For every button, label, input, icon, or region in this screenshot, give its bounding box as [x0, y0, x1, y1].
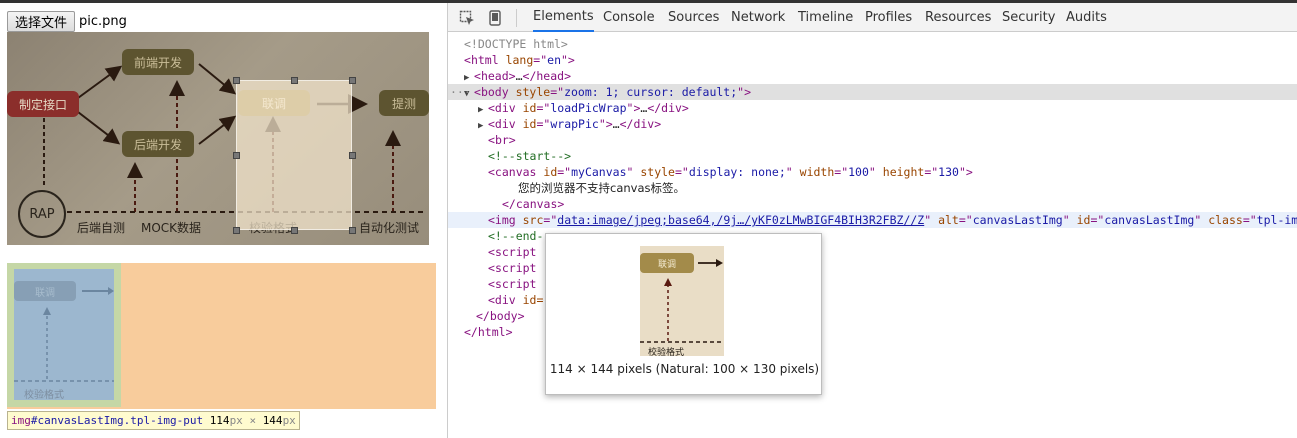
tooltip-height-unit: px: [282, 414, 296, 427]
dom-head[interactable]: ▶ <head>…</head>: [448, 68, 1297, 84]
dom-img[interactable]: <img src="data:image/jpeg;base64,/9j…/yK…: [448, 212, 1297, 228]
body-attr-value: zoom: 1; cursor: default;: [564, 85, 738, 99]
tooltip-tag: img: [11, 414, 31, 427]
toolbar-separator: [516, 9, 517, 27]
tooltip-selector: #canvasLastImg.tpl-img-put: [30, 414, 204, 427]
crop-handle-bottom-left[interactable]: [233, 227, 240, 234]
crop-handle-top[interactable]: [291, 77, 298, 84]
result-connectors: [14, 287, 114, 382]
canvas-fallback-text: 您的浏览器不支持canvas标签。: [518, 181, 686, 195]
rap-circle: RAP: [18, 190, 66, 238]
tooltip-width-unit: px: [229, 414, 243, 427]
tab-security[interactable]: Security: [1002, 3, 1055, 32]
node-backend-dev: 后端开发: [122, 131, 194, 157]
dom-canvas-close[interactable]: </canvas>: [448, 196, 1297, 212]
tooltip-times: ×: [249, 414, 257, 427]
tooltip-height: 144: [262, 414, 283, 427]
tab-elements[interactable]: Elements: [533, 3, 594, 32]
preview-label-format-check: 校验格式: [648, 348, 685, 356]
rap-label: RAP: [29, 206, 55, 222]
preview-connectors: [640, 259, 724, 343]
dom-comment-start[interactable]: <!--start-->: [448, 148, 1297, 164]
tab-resources[interactable]: Resources: [925, 3, 991, 32]
cropped-image-content: 联调 校验格式: [14, 269, 114, 400]
div-id-partial: id=: [522, 293, 544, 307]
dom-doctype[interactable]: <!DOCTYPE html>: [448, 36, 1297, 52]
choose-file-button[interactable]: 选择文件: [7, 11, 75, 32]
source-image[interactable]: 制定接口 前端开发 后端开发 联调 提测 RAP 后端自测 MOCK数据 校验格…: [7, 32, 429, 245]
canvas-height: 130: [938, 165, 959, 179]
dom-div-wrappic[interactable]: ▶ <div id="wrapPic">…</div>: [448, 116, 1297, 132]
crop-handle-left[interactable]: [233, 152, 240, 159]
dom-canvas-open[interactable]: <canvas id="myCanvas" style="display: no…: [448, 164, 1297, 180]
tab-console[interactable]: Console: [603, 3, 655, 32]
devtools-toolbar: Elements Console Sources Network Timelin…: [448, 3, 1297, 32]
crop-handle-top-left[interactable]: [233, 77, 240, 84]
tab-sources[interactable]: Sources: [668, 3, 719, 32]
tab-network[interactable]: Network: [731, 3, 785, 32]
body-tag: body: [480, 85, 509, 99]
crop-handle-top-right[interactable]: [349, 77, 356, 84]
canvas-id: myCanvas: [571, 165, 627, 179]
script-tag: script: [494, 261, 537, 275]
label-backend-self-test: 后端自测: [77, 221, 126, 235]
doctype-text: <!DOCTYPE html>: [464, 37, 568, 51]
cropped-result-image: 联调 校验格式: [7, 263, 121, 407]
crop-handle-bottom-right[interactable]: [349, 227, 356, 234]
dom-html-open[interactable]: <html lang="en">: [448, 52, 1297, 68]
element-size-tooltip: img#canvasLastImg.tpl-img-put 114px × 14…: [7, 411, 300, 430]
tooltip-width: 114: [209, 414, 230, 427]
body-close-tag: body: [489, 309, 518, 323]
crop-handle-bottom[interactable]: [291, 227, 298, 234]
head-tag: head: [480, 69, 509, 83]
more-options-icon[interactable]: ···: [450, 84, 471, 100]
selected-file-name: pic.png: [79, 14, 127, 29]
crop-selection-box[interactable]: [236, 80, 352, 230]
canvas-width: 100: [848, 165, 869, 179]
dom-div-loadpicwrap[interactable]: ▶ <div id="loadPicWrap">…</div>: [448, 100, 1297, 116]
head-ellipsis: …: [515, 69, 523, 83]
diagram-connectors: [43, 63, 427, 213]
tab-timeline[interactable]: Timeline: [798, 3, 853, 32]
result-label-format-check: 校验格式: [24, 390, 64, 400]
script-tag: script: [494, 277, 537, 291]
script-tag: script: [494, 245, 537, 259]
dom-br[interactable]: <br>: [448, 132, 1297, 148]
crop-result-area: 联调 校验格式: [7, 263, 436, 409]
node-define-api: 制定接口: [7, 91, 79, 117]
html-close-tag: html: [477, 325, 506, 339]
dom-canvas-text[interactable]: 您的浏览器不支持canvas标签。: [448, 180, 1297, 196]
tab-audits[interactable]: Audits: [1066, 3, 1107, 32]
device-mode-icon[interactable]: [486, 9, 504, 27]
image-preview-popup: 联调 校验格式 114 × 144 pixels (Natural: 100 ×…: [545, 233, 822, 395]
crop-handle-right[interactable]: [349, 152, 356, 159]
img-id: canvasLastImg: [1104, 213, 1195, 227]
canvas-style: display: none;: [688, 165, 786, 179]
html-attr-value: en: [547, 53, 561, 67]
img-class: tpl-img-put: [1256, 213, 1297, 227]
br-tag: br: [494, 133, 509, 147]
node-frontend-dev: 前端开发: [122, 49, 194, 75]
tab-profiles[interactable]: Profiles: [865, 3, 912, 32]
preview-image: 联调 校验格式: [640, 246, 724, 356]
dom-body-open[interactable]: ··· ▼ <body style="zoom: 1; cursor: defau…: [448, 84, 1297, 100]
body-attr-name: style: [515, 85, 551, 99]
div-wrappic-id: wrapPic: [550, 117, 599, 131]
img-src-link[interactable]: data:image/jpeg;base64,/9j…/yKF0zLMwBIGF…: [557, 213, 924, 227]
label-mock-data: MOCK数据: [141, 221, 202, 235]
head-close-tag: head: [536, 69, 565, 83]
comment-start-text: <!--start-->: [488, 149, 572, 163]
node-testing: 提测: [379, 90, 429, 116]
div-loadpicwrap-id: loadPicWrap: [550, 101, 627, 115]
html-tag: html: [470, 53, 499, 67]
html-attr-name: lang: [505, 53, 534, 67]
page-viewport: 选择文件 pic.png 制定接口 前端开发 后端开发 提测 RAP 后端自测 …: [0, 3, 447, 438]
label-auto-test: 自动化测试: [359, 221, 420, 235]
preview-caption: 114 × 144 pixels (Natural: 100 × 130 pix…: [549, 362, 820, 376]
inspect-element-icon[interactable]: [458, 9, 476, 27]
img-alt: canvasLastImg: [972, 213, 1063, 227]
